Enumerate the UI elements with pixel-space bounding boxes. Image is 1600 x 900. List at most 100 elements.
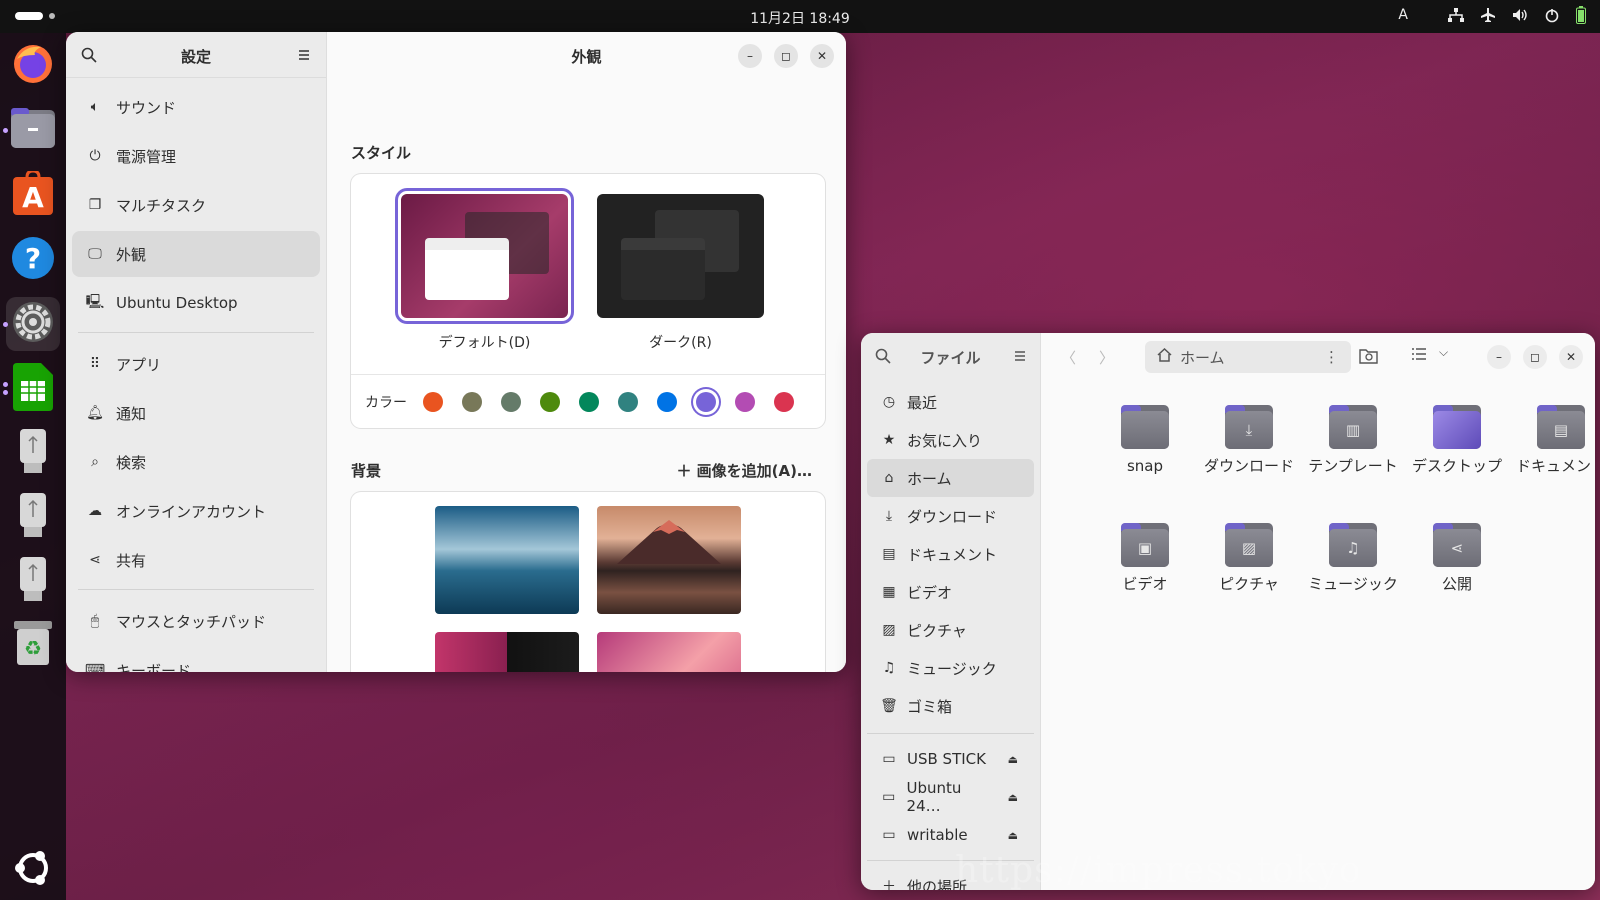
wallpaper-split[interactable] bbox=[435, 632, 579, 672]
style-default-option[interactable]: デフォルト(D) bbox=[395, 188, 574, 352]
color-swatch[interactable] bbox=[657, 391, 677, 412]
places-item[interactable]: ◷ 最近 bbox=[867, 383, 1034, 421]
new-folder-icon[interactable] bbox=[1359, 347, 1379, 369]
folder-label: ミュージック bbox=[1308, 575, 1398, 593]
drive-item[interactable]: ▭ Ubuntu 24… ⏏ bbox=[867, 778, 1034, 816]
apps-grid-icon: ⠿ bbox=[89, 356, 101, 372]
sidebar-item[interactable]: ⏻ 電源管理 bbox=[72, 133, 320, 179]
sidebar-item-label: 共有 bbox=[116, 551, 147, 570]
eject-icon[interactable]: ⏏ bbox=[1008, 791, 1018, 804]
folder-item[interactable]: デスクトップ bbox=[1409, 405, 1505, 477]
minimize-button[interactable]: – bbox=[1487, 345, 1511, 369]
view-list-icon[interactable] bbox=[1411, 347, 1427, 365]
airplane-mode-icon[interactable] bbox=[1480, 7, 1496, 23]
eject-icon[interactable]: ⏏ bbox=[1008, 753, 1018, 766]
minimize-button[interactable]: – bbox=[738, 44, 762, 68]
color-swatch[interactable] bbox=[618, 391, 638, 412]
home-icon: ⌂ bbox=[884, 470, 894, 486]
close-button[interactable]: ✕ bbox=[1559, 345, 1583, 369]
back-button[interactable]: 〈 bbox=[1061, 347, 1076, 368]
document-icon: ▤ bbox=[882, 546, 896, 562]
system-tray[interactable]: A bbox=[1398, 6, 1586, 24]
dock-usb-drive[interactable] bbox=[6, 490, 60, 544]
style-dark-option[interactable]: ダーク(R) bbox=[597, 194, 764, 352]
power-menu-icon[interactable] bbox=[1544, 7, 1560, 23]
places-item[interactable]: ★ お気に入り bbox=[867, 421, 1034, 459]
sidebar-item[interactable]: 🖱︎ マウスとタッチパッド bbox=[72, 598, 320, 644]
places-item[interactable]: ⤓ ダウンロード bbox=[867, 497, 1034, 535]
usb-drive-icon bbox=[20, 493, 46, 541]
places-item[interactable]: 🗑︎ ゴミ箱 bbox=[867, 687, 1034, 725]
dock-help[interactable]: ? bbox=[6, 233, 60, 287]
wallpaper-mountain[interactable] bbox=[597, 506, 741, 614]
dock-show-apps[interactable] bbox=[6, 843, 60, 897]
places-list: ◷ 最近 ★ お気に入り ⌂ ホーム ⤓ ダウンロード ▤ ドキュメント ▦ ビデオ ▨ ピクチャ ♫ ミュー… bbox=[861, 379, 1040, 725]
path-menu-icon[interactable]: ⋮ bbox=[1324, 348, 1339, 366]
maximize-button[interactable]: ◻ bbox=[1523, 345, 1547, 369]
wallpaper-pink[interactable] bbox=[597, 632, 741, 672]
sidebar-item[interactable]: 🖵︎ 外観 bbox=[72, 231, 320, 277]
dock-spreadsheet[interactable] bbox=[6, 362, 60, 416]
color-swatch[interactable] bbox=[579, 391, 599, 412]
sidebar-item[interactable]: ⌨ キーボード bbox=[72, 647, 320, 673]
folder-icon: ♫ bbox=[1329, 523, 1377, 567]
color-swatch[interactable] bbox=[696, 391, 716, 412]
maximize-button[interactable]: ◻ bbox=[774, 44, 798, 68]
places-item[interactable]: ♫ ミュージック bbox=[867, 649, 1034, 687]
folder-item[interactable]: ▤ ドキュメント bbox=[1513, 405, 1595, 477]
dock-settings[interactable] bbox=[6, 297, 60, 351]
top-bar: 11月2日 18:49 A bbox=[0, 0, 1600, 33]
sidebar-item[interactable]: 🔔︎ 通知 bbox=[72, 390, 320, 436]
close-button[interactable]: ✕ bbox=[810, 44, 834, 68]
color-swatch[interactable] bbox=[501, 391, 521, 412]
dock-files[interactable] bbox=[6, 103, 60, 157]
add-image-button[interactable]: ＋ 画像を追加(A)… bbox=[676, 460, 812, 481]
places-item[interactable]: ▤ ドキュメント bbox=[867, 535, 1034, 573]
path-label: ホーム bbox=[1180, 348, 1225, 367]
sidebar-item[interactable]: ⠿ アプリ bbox=[72, 341, 320, 387]
svg-text:?: ? bbox=[25, 242, 41, 275]
dock-trash[interactable]: ♻ bbox=[6, 618, 60, 672]
folder-item[interactable]: ♫ ミュージック bbox=[1305, 523, 1401, 595]
places-item[interactable]: ▦ ビデオ bbox=[867, 573, 1034, 611]
folder-item[interactable]: ▣ ビデオ bbox=[1097, 523, 1193, 595]
dock-usb-drive[interactable] bbox=[6, 554, 60, 608]
network-icon[interactable] bbox=[1448, 8, 1464, 22]
places-item[interactable]: ⌂ ホーム bbox=[867, 459, 1034, 497]
path-bar[interactable]: ホーム ⋮ bbox=[1145, 341, 1351, 373]
wallpaper-clouds[interactable] bbox=[435, 506, 579, 614]
sidebar-item[interactable]: ⋖ 共有 bbox=[72, 537, 320, 583]
drive-item[interactable]: ▭ USB STICK ⏏ bbox=[867, 740, 1034, 778]
folder-item[interactable]: ▥ テンプレート bbox=[1305, 405, 1401, 477]
folder-item[interactable]: ▨ ピクチャ bbox=[1201, 523, 1297, 595]
color-swatch[interactable] bbox=[774, 391, 794, 412]
dock-app-center[interactable]: A bbox=[6, 168, 60, 222]
folder-item[interactable]: snap bbox=[1097, 405, 1193, 477]
sidebar-item[interactable]: ❐ マルチタスク bbox=[72, 182, 320, 228]
color-swatch[interactable] bbox=[423, 391, 443, 412]
sidebar-item[interactable]: ☁ オンラインアカウント bbox=[72, 488, 320, 534]
sidebar-item[interactable]: ⌕ 検索 bbox=[72, 439, 320, 485]
menu-icon[interactable] bbox=[1010, 346, 1030, 366]
menu-icon[interactable] bbox=[294, 45, 314, 65]
color-swatch[interactable] bbox=[735, 391, 755, 412]
forward-button[interactable]: 〉 bbox=[1099, 347, 1114, 368]
usb-drive-icon bbox=[20, 557, 46, 605]
folder-item[interactable]: ⤓ ダウンロード bbox=[1201, 405, 1297, 477]
color-swatch[interactable] bbox=[462, 391, 482, 412]
color-swatch[interactable] bbox=[540, 391, 560, 412]
places-item[interactable]: ▨ ピクチャ bbox=[867, 611, 1034, 649]
volume-icon[interactable] bbox=[1512, 7, 1528, 23]
drive-item[interactable]: ▭ writable ⏏ bbox=[867, 816, 1034, 854]
battery-icon[interactable] bbox=[1576, 6, 1586, 24]
sidebar-item[interactable]: 🔈︎ サウンド bbox=[72, 84, 320, 130]
dock-firefox[interactable] bbox=[6, 38, 60, 92]
clock[interactable]: 11月2日 18:49 bbox=[0, 8, 1600, 28]
add-image-label: 画像を追加(A)… bbox=[696, 462, 812, 480]
sidebar-item[interactable]: 🖳︎ Ubuntu Desktop bbox=[72, 280, 320, 326]
dock-usb-drive[interactable] bbox=[6, 426, 60, 480]
eject-icon[interactable]: ⏏ bbox=[1008, 829, 1018, 842]
folder-item[interactable]: ⋖ 公開 bbox=[1409, 523, 1505, 595]
chevron-down-icon[interactable]: ⌵ bbox=[1439, 345, 1448, 360]
input-method-indicator[interactable]: A bbox=[1398, 7, 1408, 23]
